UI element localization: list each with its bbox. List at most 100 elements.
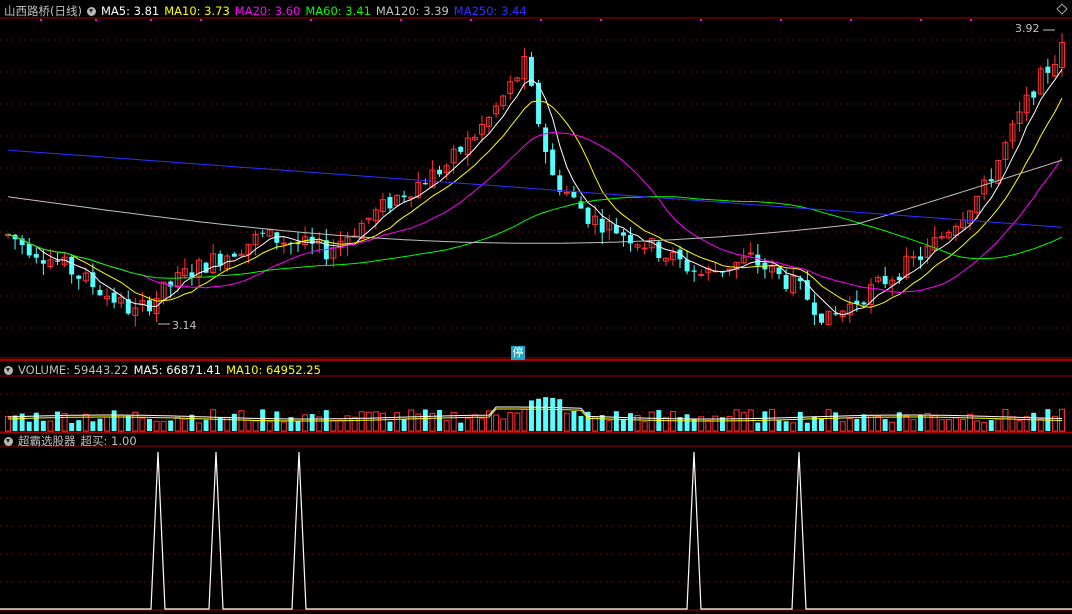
signal-dot — [95, 19, 97, 21]
volume-bar — [613, 411, 619, 431]
volume-bar — [33, 412, 39, 431]
volume-bar — [889, 421, 896, 432]
volume-bar — [104, 416, 111, 432]
volume-legend: VOLUME: 59443.22 MA5: 66871.41 MA10: 64952… — [18, 363, 326, 377]
ma-label-0: MA5: 3.81 — [100, 4, 160, 18]
volume-bar — [422, 409, 428, 431]
signal-dot — [970, 19, 972, 21]
candle-body — [260, 232, 266, 234]
candle-body — [550, 149, 556, 176]
signal-dot — [700, 19, 702, 21]
volume-bar — [203, 419, 209, 431]
candle-body — [620, 232, 626, 236]
volume-bar — [740, 412, 747, 432]
volume-bar — [959, 418, 966, 432]
volume-bar — [493, 414, 500, 432]
signal-dot — [40, 19, 42, 21]
volume-bar — [514, 412, 521, 432]
volume-bar — [875, 415, 882, 432]
volume-bar — [401, 419, 407, 431]
volume-bar — [76, 420, 82, 431]
signal-dot — [780, 19, 782, 21]
volume-bar — [266, 421, 273, 432]
volume-bar — [238, 410, 245, 432]
volume-bar — [938, 419, 945, 432]
volume-bar — [755, 422, 761, 431]
volume-bar — [945, 419, 952, 432]
volume-bar — [443, 419, 450, 432]
dropdown-icon[interactable] — [4, 437, 13, 446]
volume-bar — [387, 421, 393, 431]
high-price-label: 3.92 — [1015, 22, 1040, 35]
volume-bar — [125, 415, 131, 431]
ma-label-4: MA120: 3.39 — [375, 4, 449, 18]
ind-label-1: 超买: 1.00 — [80, 434, 137, 448]
volume-bar — [924, 413, 931, 432]
volume-bar — [854, 418, 860, 431]
halt-marker: 停 — [511, 346, 525, 360]
signal-dot — [200, 19, 202, 21]
candle-body — [76, 275, 82, 279]
dropdown-icon[interactable] — [4, 366, 13, 375]
volume-bar — [536, 398, 542, 431]
dropdown-icon[interactable] — [86, 7, 96, 16]
candle-body — [755, 254, 761, 266]
volume-bar — [252, 420, 259, 432]
volume-bar — [365, 411, 372, 432]
signal-dot — [150, 19, 152, 21]
candle-body — [437, 169, 442, 175]
signal-dot — [600, 19, 602, 21]
volume-bar — [12, 415, 18, 431]
stock-chart[interactable] — [0, 0, 1072, 614]
ma-label-1: MA10: 3.73 — [164, 4, 230, 18]
candle-body — [387, 197, 393, 209]
stock-title: 山西路桥(日线) — [4, 4, 82, 18]
vol-label-0: VOLUME: 59443.22 — [18, 363, 129, 377]
candle-body — [111, 292, 117, 303]
volume-bar — [684, 414, 690, 431]
candle-body — [55, 260, 60, 262]
candle-body — [217, 253, 223, 266]
candle-body — [691, 270, 697, 272]
volume-bar — [599, 415, 605, 431]
volume-bar — [69, 422, 75, 431]
volume-bar — [231, 413, 237, 431]
volume-bar — [931, 414, 938, 432]
signal-dot — [310, 19, 312, 21]
ma-label-3: MA60: 3.41 — [305, 4, 371, 18]
ma-legend: MA5: 3.81 MA10: 3.73 MA20: 3.60 MA60: 3.41 M… — [101, 4, 532, 18]
volume-bar — [437, 409, 442, 431]
volume-bar — [245, 419, 252, 432]
ma-label-5: MA250: 3.44 — [453, 4, 527, 18]
volume-bar — [648, 411, 655, 432]
candle-body — [40, 260, 46, 264]
signal-dot — [850, 19, 852, 21]
volume-bar — [147, 418, 152, 431]
candle-body — [698, 273, 705, 276]
volume-bar — [309, 414, 315, 431]
volume-bar — [139, 417, 146, 432]
volume-bar — [196, 422, 202, 432]
volume-bar — [790, 422, 797, 432]
volume-bar — [458, 422, 464, 431]
candle-body — [585, 207, 591, 224]
volume-bar — [762, 411, 768, 431]
ind-label-0: 超霸选股器 — [18, 434, 76, 448]
ma-line-120 — [7, 159, 1063, 244]
volume-bar — [571, 411, 577, 431]
volume-bar — [408, 409, 415, 432]
candle-body — [747, 252, 754, 255]
volume-bar — [55, 411, 60, 431]
candle-body — [684, 259, 690, 272]
candle-body — [69, 256, 75, 275]
volume-bar — [783, 421, 789, 431]
volume-bar — [1016, 420, 1023, 432]
volume-bar — [111, 410, 117, 431]
volume-bar — [118, 414, 125, 432]
volume-panel-header: VOLUME: 59443.22 MA5: 66871.41 MA10: 64952… — [4, 363, 331, 377]
volume-bar — [988, 420, 994, 431]
volume-bar — [464, 417, 471, 432]
candle-body — [1031, 91, 1037, 98]
candle-body — [1045, 66, 1051, 73]
volume-bar — [669, 410, 676, 432]
